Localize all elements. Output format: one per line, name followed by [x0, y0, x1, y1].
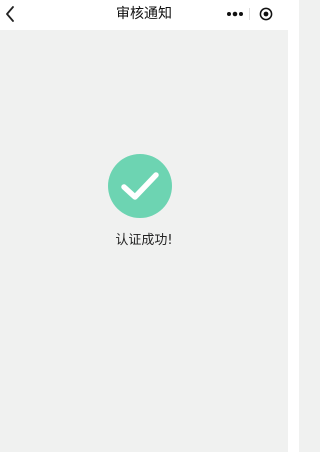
close-mini-program-button[interactable] — [250, 4, 281, 24]
more-dots-icon — [227, 11, 243, 17]
success-check-icon — [108, 154, 172, 218]
mini-program-capsule — [221, 4, 281, 24]
nav-bar: 审核通知 — [0, 0, 288, 30]
success-message: 认证成功! — [115, 233, 173, 248]
more-button[interactable] — [221, 4, 249, 24]
target-circle-icon — [259, 7, 272, 21]
right-edge-strip — [288, 0, 299, 452]
